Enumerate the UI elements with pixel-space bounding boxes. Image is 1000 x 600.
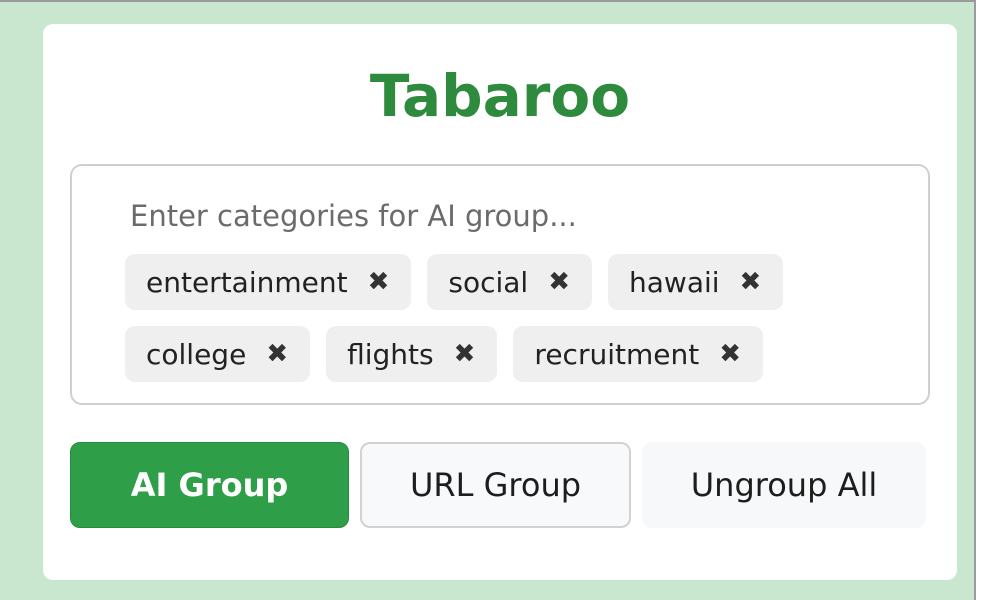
close-icon[interactable]: ✖ [548, 269, 570, 295]
category-tag-box[interactable]: entertainment ✖ social ✖ hawaii ✖ colleg… [70, 164, 930, 405]
tag-chip: flights ✖ [326, 326, 498, 382]
close-icon[interactable]: ✖ [740, 269, 762, 295]
close-icon[interactable]: ✖ [719, 341, 741, 367]
tag-label: hawaii [629, 265, 720, 299]
app-title: Tabaroo [369, 62, 631, 130]
category-input[interactable] [130, 192, 830, 240]
ai-group-button[interactable]: AI Group [70, 442, 349, 528]
tag-chip: recruitment ✖ [513, 326, 763, 382]
tag-list: entertainment ✖ social ✖ hawaii ✖ colleg… [125, 254, 845, 382]
close-icon[interactable]: ✖ [266, 341, 288, 367]
url-group-button[interactable]: URL Group [360, 442, 631, 528]
tag-chip: hawaii ✖ [608, 254, 784, 310]
close-icon[interactable]: ✖ [454, 341, 476, 367]
close-icon[interactable]: ✖ [368, 269, 390, 295]
tag-chip: social ✖ [427, 254, 593, 310]
tag-label: entertainment [146, 265, 348, 299]
tag-chip: college ✖ [125, 326, 311, 382]
tag-chip: entertainment ✖ [125, 254, 412, 310]
ungroup-all-button[interactable]: Ungroup All [642, 442, 926, 528]
tag-label: social [448, 265, 529, 299]
tag-label: college [146, 337, 247, 371]
tag-label: flights [347, 337, 434, 371]
tag-label: recruitment [534, 337, 700, 371]
